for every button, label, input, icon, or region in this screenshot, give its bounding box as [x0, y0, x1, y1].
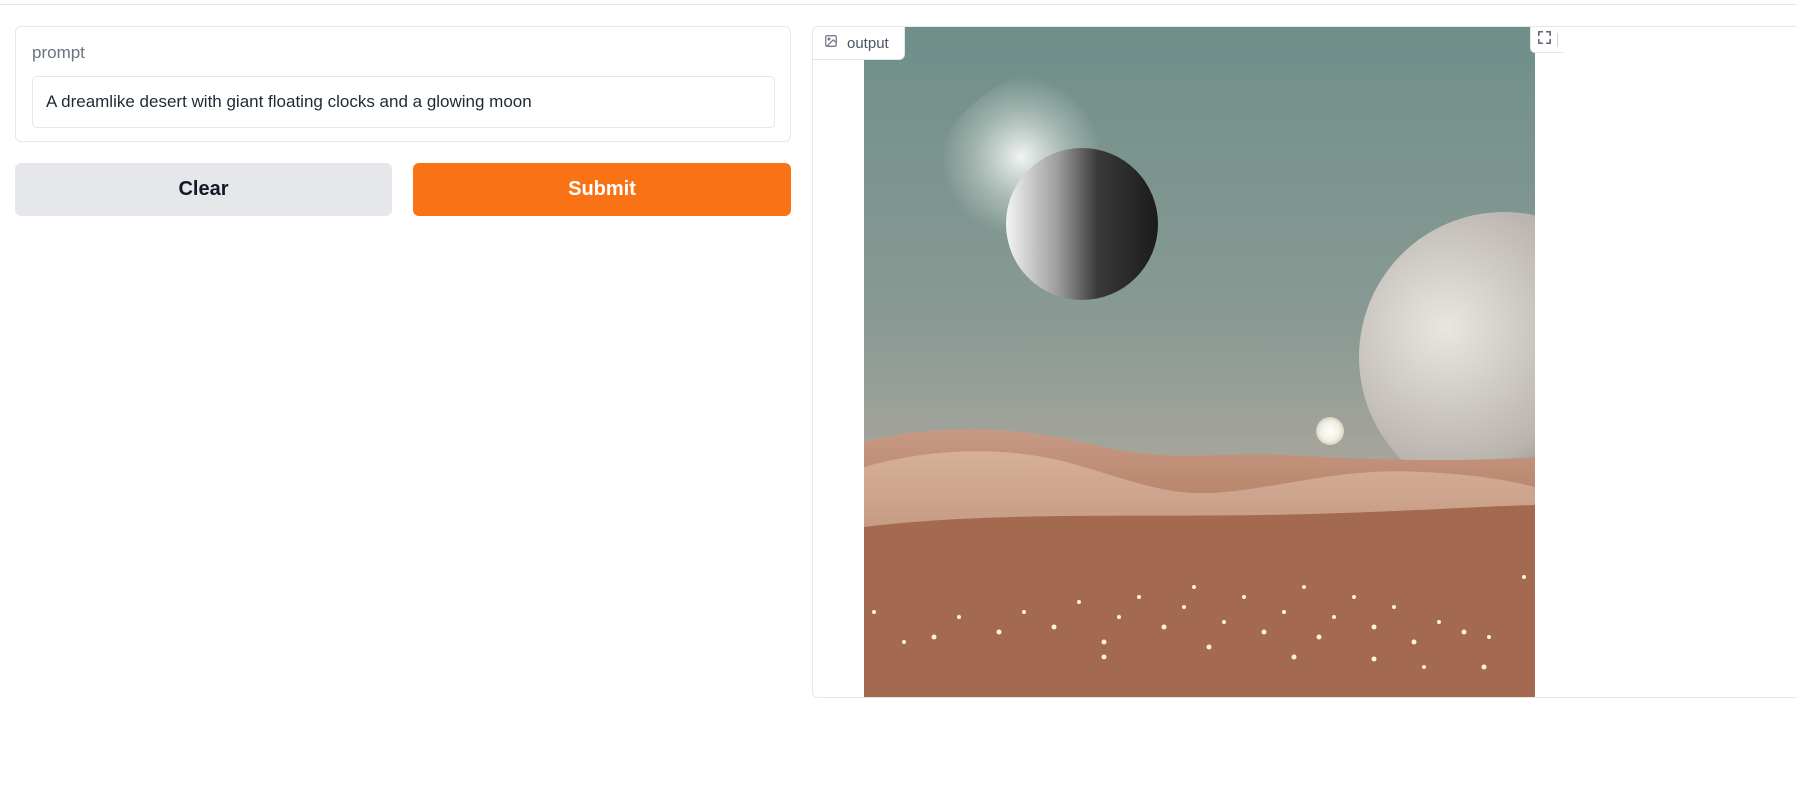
submit-button[interactable]: Submit	[413, 163, 791, 216]
fullscreen-button[interactable]	[1530, 27, 1564, 53]
output-label-tag: output	[813, 27, 905, 60]
prompt-block: prompt	[15, 26, 791, 142]
output-block: output	[812, 26, 1797, 698]
toolbar-separator	[1557, 32, 1558, 47]
image-icon	[824, 34, 838, 52]
top-divider	[0, 4, 1797, 5]
prompt-input[interactable]	[32, 76, 775, 128]
output-label: output	[847, 34, 889, 52]
fullscreen-icon	[1536, 29, 1553, 51]
prompt-label: prompt	[32, 43, 85, 62]
output-image[interactable]	[864, 27, 1535, 697]
clear-button[interactable]: Clear	[15, 163, 392, 216]
